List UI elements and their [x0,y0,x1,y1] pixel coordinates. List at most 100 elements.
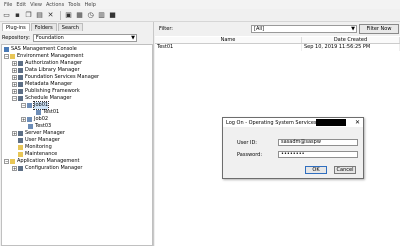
tree-node-sas-management-console[interactable]: SAS Management Console [4,46,77,53]
tree-node-server-manager[interactable]: + Server Manager [12,130,65,137]
expand-icon[interactable]: + [12,89,17,94]
filter-label: Filter: [159,26,173,32]
filter-bar: Filter: [All] ▼ Filter Now [155,22,400,36]
tree-node-schedule-manager[interactable]: − Schedule Manager [12,95,71,102]
tree-node-label: User Manager [25,137,60,143]
folder-icon [10,159,15,164]
tree-node-label: Maintenance [25,151,58,157]
tree-node-job01[interactable]: − Job01 [21,101,50,110]
toolbar: ▭ ▪ ❐ ▤ ✕ ▣ ▦ ◷ ▥ ■ [0,9,400,22]
menu-actions[interactable]: Actions [46,2,64,8]
tree-node-application-management[interactable]: − Application Management [4,158,79,165]
tab-search[interactable]: Search [57,23,83,31]
delete-icon[interactable]: ✕ [46,11,55,20]
tree-node-user-manager[interactable]: User Manager [18,137,60,144]
menu-help[interactable]: Help [85,2,96,8]
tree-node-foundation-services-manager[interactable]: + Foundation Services Manager [12,74,99,81]
tree-node-publishing-framework[interactable]: + Publishing Framework [12,88,80,95]
expand-icon[interactable]: + [12,68,17,73]
menu-file[interactable]: File [4,2,12,8]
schedule-icon [18,96,23,101]
menu-tools[interactable]: Tools [68,2,80,8]
close-icon[interactable]: ✕ [355,118,360,127]
copy-icon[interactable]: ❐ [24,11,33,20]
menu-view[interactable]: View [30,2,42,8]
user-id-field[interactable]: sasadm@saspw [278,139,358,146]
job-icon [27,103,32,108]
password-label: Password: [237,152,263,158]
manager-icon [18,82,23,87]
history-icon[interactable]: ◷ [86,11,95,20]
paste-icon[interactable]: ▤ [35,11,44,20]
tree-node-label: Configuration Manager [25,165,83,171]
grid-icon[interactable]: ▥ [97,11,106,20]
table-row[interactable]: Test01 Sep 10, 2019 11:56:25 PM [155,44,400,51]
repository-row: Repository: Foundation ▼ [2,33,152,42]
filter-select[interactable]: [All] ▼ [251,25,357,33]
expand-icon[interactable]: + [12,61,17,66]
tab-plug-ins[interactable]: Plug-ins [2,23,30,31]
tree-node-maintenance[interactable]: Maintenance [18,151,57,158]
column-header-name[interactable]: Name [155,37,302,43]
expand-icon[interactable]: + [12,131,17,136]
tree-node-label: Monitoring [25,144,52,150]
chevron-down-icon: ▼ [131,34,135,41]
tree-node-label: Job02 [34,116,49,122]
tree-node-label: SAS Management Console [11,46,77,52]
tree-node-label: Test01 [43,109,60,115]
user-id-label: User ID: [237,140,257,146]
job-icon [36,110,41,115]
cancel-button[interactable]: Cancel [334,166,356,174]
ok-button[interactable]: OK [305,166,327,174]
left-panel: Plug-ins Folders Search Repository: Foun… [0,22,154,246]
cell-name: Test01 [155,44,302,51]
tree-node-configuration-manager[interactable]: + Configuration Manager [12,165,82,172]
tree-node-test03[interactable]: Test03 [28,123,51,130]
column-header-date-created[interactable]: Date Created [302,37,400,43]
save-icon[interactable]: ▪ [13,11,22,20]
plugin-tree: SAS Management Console − Environment Man… [1,44,153,246]
refresh-icon[interactable]: ▣ [64,11,73,20]
menu-edit[interactable]: Edit [16,2,26,8]
tree-node-environment-management[interactable]: − Environment Management [4,53,83,60]
expand-icon[interactable]: + [21,117,26,122]
properties-icon[interactable]: ▦ [75,11,84,20]
tree-node-monitoring[interactable]: Monitoring [18,144,52,151]
expand-icon[interactable]: + [12,75,17,80]
expand-icon[interactable]: + [12,166,17,171]
repository-select[interactable]: Foundation ▼ [32,33,137,42]
collapse-icon[interactable]: − [4,159,9,164]
dialog-title: Log On - Operating System Services [226,119,317,126]
collapse-icon[interactable]: − [4,54,9,59]
user-icon [18,138,23,143]
filter-now-button[interactable]: Filter Now [359,24,399,34]
menu-bar: File Edit View Actions Tools Help [0,0,400,9]
grid-header: Name Date Created [155,37,400,44]
job-icon [28,124,33,129]
tree-node-label: Authorization Manager [25,60,82,66]
expand-icon[interactable]: + [12,82,17,87]
stop-icon[interactable]: ■ [108,11,117,20]
tree-node-data-library-manager[interactable]: + Data Library Manager [12,67,80,74]
redaction-block [316,119,346,126]
collapse-icon[interactable]: − [12,96,17,101]
chevron-down-icon: ▼ [351,26,355,32]
folder-icon [18,152,23,157]
repository-label: Repository: [2,34,30,41]
tree-node-metadata-manager[interactable]: + Metadata Manager [12,81,72,88]
password-field[interactable]: •••••••• [278,151,358,158]
tree-node-authorization-manager[interactable]: + Authorization Manager [12,60,82,67]
tab-strip: Plug-ins Folders Search [2,23,84,31]
tree-node-test01[interactable]: Test01 [36,109,59,116]
folder-open-icon[interactable]: ▭ [2,11,11,20]
tab-folders[interactable]: Folders [30,23,57,31]
collapse-icon[interactable]: − [21,103,26,108]
tree-node-job02[interactable]: + Job02 [21,116,48,123]
tree-node-label: Foundation Services Manager [25,74,100,80]
manager-icon [18,75,23,80]
tree-node-label: Schedule Manager [25,95,72,101]
filter-value: [All] [254,26,265,32]
tree-node-label: Server Manager [25,130,65,136]
cell-date-created: Sep 10, 2019 11:56:25 PM [302,44,400,51]
dialog-title-bar: Log On - Operating System Services ✕ [223,118,363,127]
